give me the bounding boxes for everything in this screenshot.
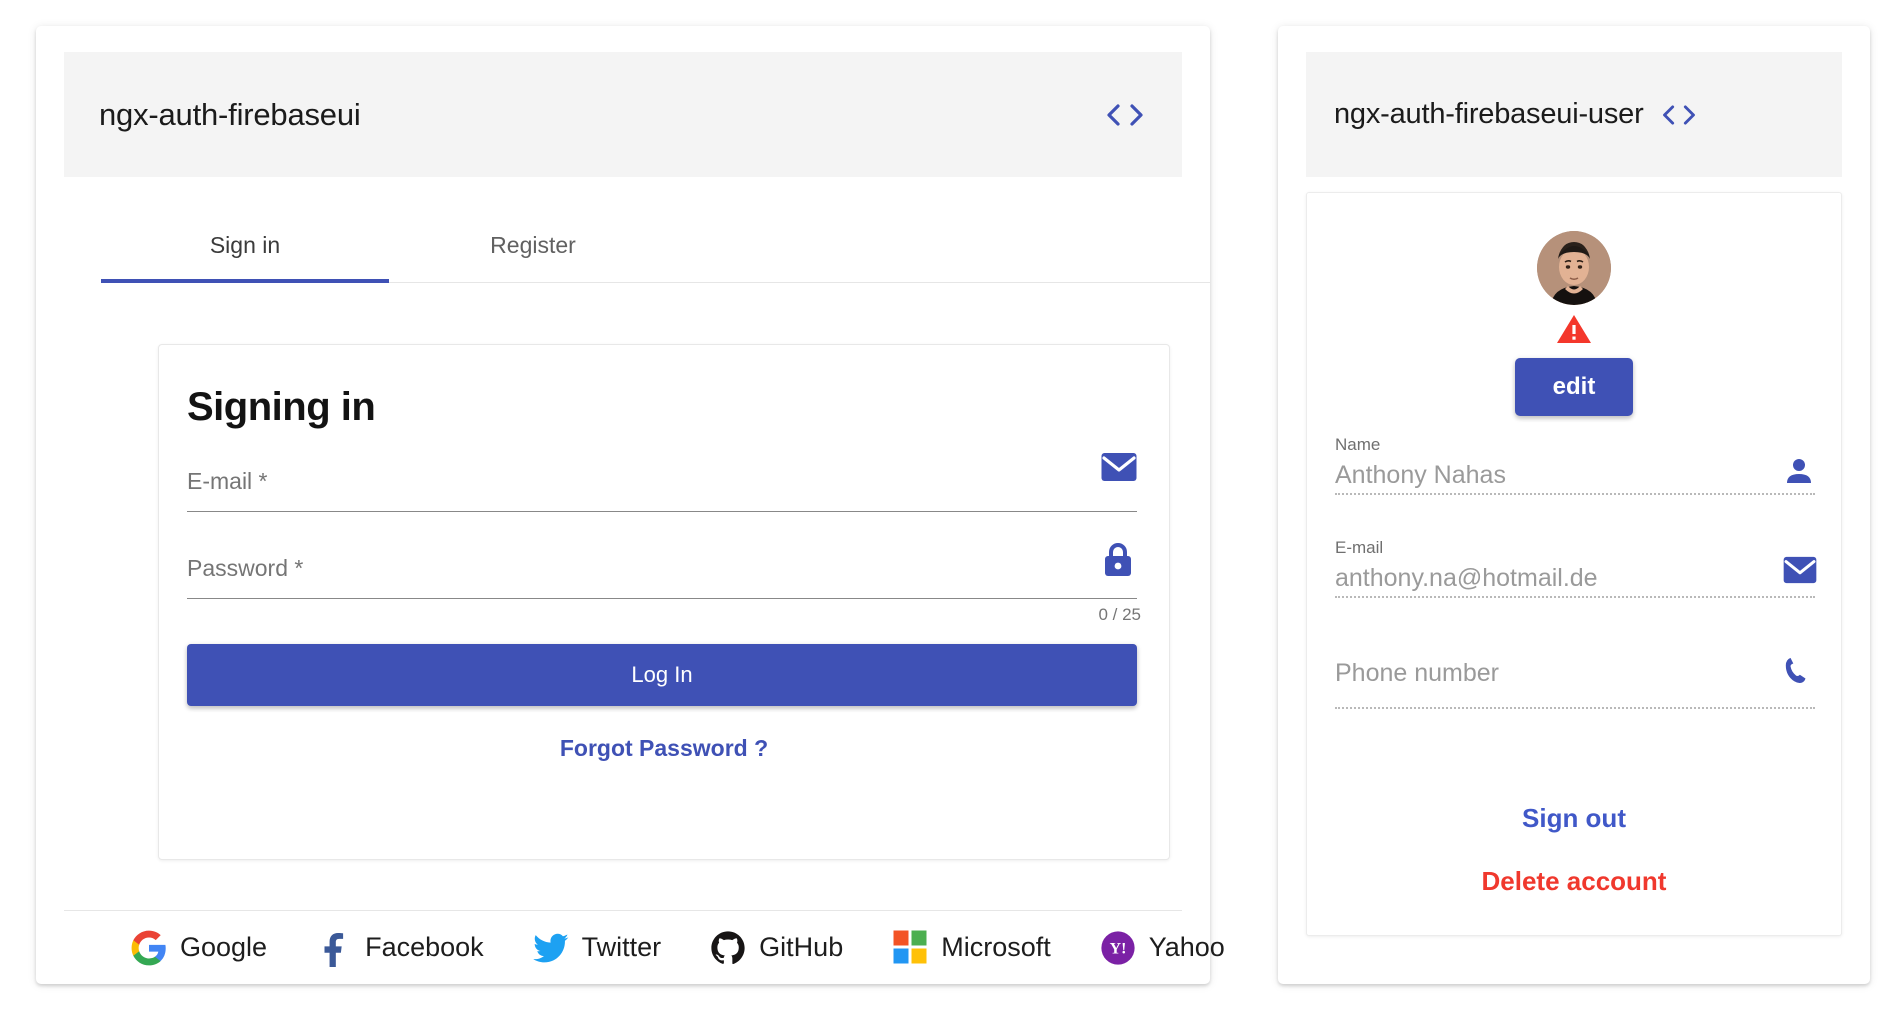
panel-title: Signing in xyxy=(187,385,376,429)
email-field-underline xyxy=(187,511,1137,512)
provider-github-button[interactable]: GitHub xyxy=(709,929,843,967)
profile-email-value: anthony.na@hotmail.de xyxy=(1335,564,1598,592)
email-icon xyxy=(1101,452,1137,488)
profile-email-underline xyxy=(1335,596,1815,598)
user-card-title: ngx-auth-firebaseui-user xyxy=(1334,98,1644,130)
social-providers-bar: Google Facebook Twitter GitHub Microsoft… xyxy=(64,910,1225,984)
person-icon xyxy=(1783,455,1815,487)
password-field-underline xyxy=(187,598,1137,599)
sign-out-link[interactable]: Sign out xyxy=(1307,803,1841,834)
user-card-header: ngx-auth-firebaseui-user xyxy=(1306,52,1842,177)
user-profile-panel: edit Name Anthony Nahas E-mail anthony.n… xyxy=(1306,192,1842,936)
name-field-value: Anthony Nahas xyxy=(1335,461,1506,489)
forgot-password-link[interactable]: Forgot Password ? xyxy=(159,735,1169,762)
provider-microsoft-button[interactable]: Microsoft xyxy=(891,929,1051,967)
provider-twitter-label: Twitter xyxy=(581,932,662,962)
password-field[interactable]: Password * xyxy=(187,537,1137,599)
provider-microsoft-label: Microsoft xyxy=(941,932,1051,962)
user-card: ngx-auth-firebaseui-user edit Name Antho… xyxy=(1278,26,1870,984)
name-field-underline xyxy=(1335,493,1815,495)
avatar[interactable] xyxy=(1537,231,1611,305)
phone-field-underline xyxy=(1335,707,1815,709)
provider-yahoo-label: Yahoo xyxy=(1148,932,1225,962)
auth-card-title: ngx-auth-firebaseui xyxy=(99,96,361,132)
tab-register-label: Register xyxy=(490,232,576,258)
profile-email-label: E-mail xyxy=(1335,538,1384,557)
login-button[interactable]: Log In xyxy=(187,644,1137,706)
sign-in-panel: Signing in E-mail * Password * 0 / 25 Lo… xyxy=(158,344,1170,860)
provider-yahoo-button[interactable]: Y! Yahoo xyxy=(1099,929,1225,967)
email-field[interactable]: E-mail * xyxy=(187,450,1137,512)
name-field[interactable]: Name Anthony Nahas xyxy=(1335,435,1815,495)
password-field-label: Password * xyxy=(187,555,304,581)
auth-tabs: Sign in Register xyxy=(101,209,1211,283)
microsoft-icon xyxy=(891,929,929,967)
yahoo-icon: Y! xyxy=(1099,929,1137,967)
facebook-icon xyxy=(315,929,353,969)
svg-text:Y!: Y! xyxy=(1109,940,1126,957)
provider-facebook-button[interactable]: Facebook xyxy=(315,929,484,969)
provider-facebook-label: Facebook xyxy=(365,932,484,962)
auth-card: ngx-auth-firebaseui Sign in Register Sig… xyxy=(36,26,1225,984)
provider-google-label: Google xyxy=(180,932,268,962)
provider-github-label: GitHub xyxy=(759,932,844,962)
app-root: ngx-auth-firebaseui Sign in Register Sig… xyxy=(0,0,1904,1026)
profile-email-field[interactable]: E-mail anthony.na@hotmail.de xyxy=(1335,538,1817,598)
phone-field[interactable]: Phone number xyxy=(1335,657,1815,709)
tab-register[interactable]: Register xyxy=(389,209,677,282)
google-icon xyxy=(130,929,168,967)
tab-sign-in-label: Sign in xyxy=(209,232,281,258)
code-brackets-icon[interactable] xyxy=(1104,100,1146,130)
edit-profile-button[interactable]: edit xyxy=(1515,358,1633,416)
twitter-icon xyxy=(532,929,570,967)
warning-triangle-icon xyxy=(1556,313,1592,350)
password-char-counter: 0 / 25 xyxy=(1098,605,1141,624)
name-field-label: Name xyxy=(1335,435,1381,454)
avatar-block xyxy=(1307,231,1841,350)
provider-google-button[interactable]: Google xyxy=(130,929,267,967)
email-field-label: E-mail * xyxy=(187,468,268,494)
email-icon xyxy=(1783,556,1817,588)
phone-field-placeholder: Phone number xyxy=(1335,659,1500,687)
phone-icon xyxy=(1783,655,1815,687)
delete-account-link[interactable]: Delete account xyxy=(1307,866,1841,897)
provider-twitter-button[interactable]: Twitter xyxy=(532,929,662,967)
lock-icon xyxy=(1101,541,1137,577)
tab-sign-in[interactable]: Sign in xyxy=(101,209,389,283)
github-icon xyxy=(709,929,747,967)
auth-card-header: ngx-auth-firebaseui xyxy=(64,52,1182,177)
code-brackets-icon[interactable] xyxy=(1660,101,1698,129)
